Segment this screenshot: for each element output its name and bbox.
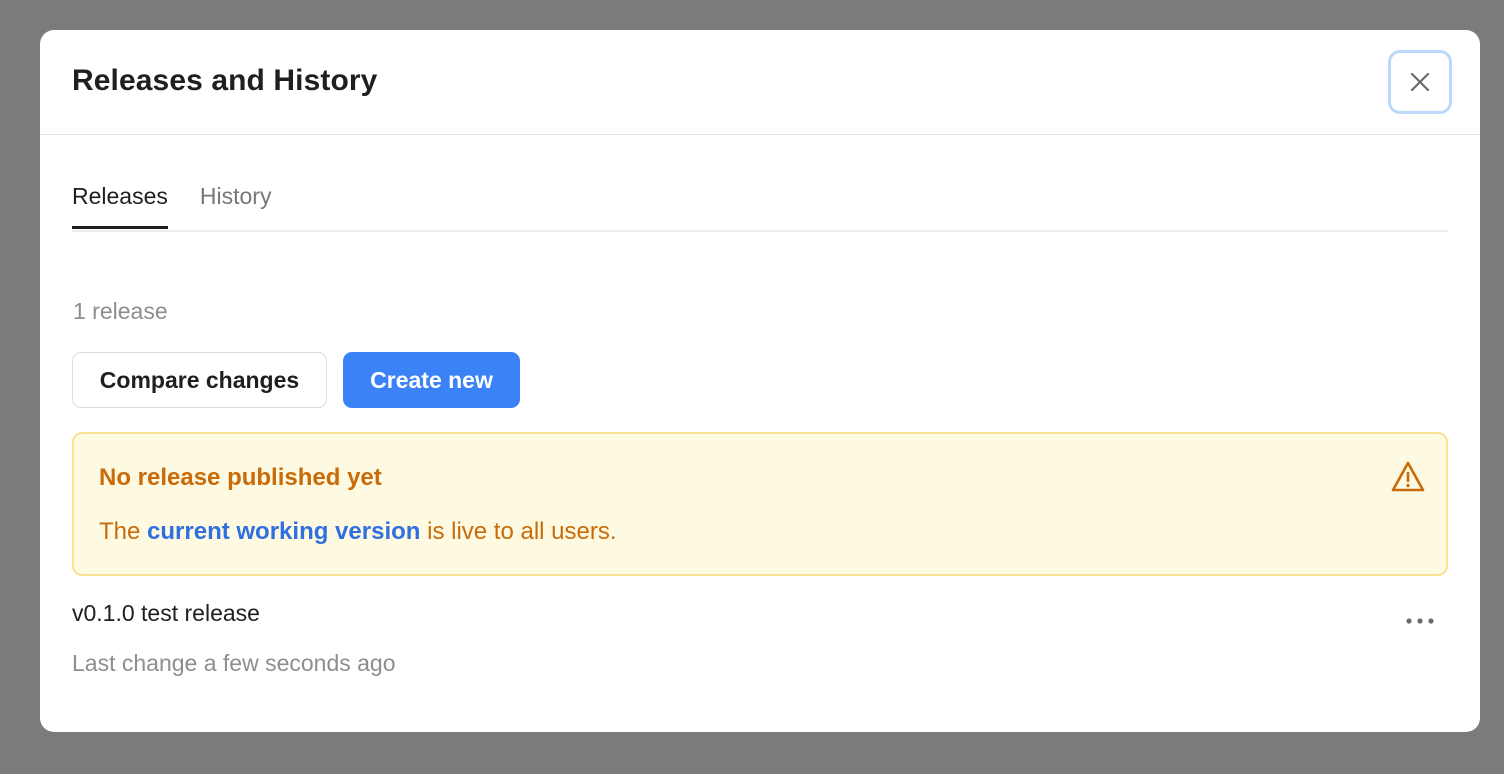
close-icon: [1410, 72, 1430, 92]
more-horizontal-icon: [1406, 618, 1434, 624]
release-last-change: Last change a few seconds ago: [72, 650, 396, 676]
action-buttons: Compare changes Create new: [72, 352, 536, 408]
release-count: 1 release: [73, 298, 168, 324]
tab-bar: Releases History: [72, 180, 1448, 232]
tab-releases[interactable]: Releases: [72, 180, 168, 229]
create-new-button[interactable]: Create new: [343, 352, 520, 408]
release-name: v0.1.0 test release: [72, 600, 260, 626]
tab-history[interactable]: History: [200, 180, 272, 227]
warning-body: The current working version is live to a…: [99, 518, 617, 546]
warning-body-prefix: The: [99, 518, 148, 545]
warning-triangle-icon: [1391, 461, 1425, 492]
release-more-button[interactable]: [1400, 606, 1440, 636]
dialog-title: Releases and History: [72, 64, 378, 97]
compare-changes-button[interactable]: Compare changes: [72, 352, 327, 408]
releases-dialog: Releases and History Releases History 1 …: [40, 30, 1480, 732]
no-release-warning: No release published yet The current wor…: [72, 432, 1448, 576]
release-list-item[interactable]: v0.1.0 test release Last change a few se…: [72, 600, 1448, 690]
dialog-header: Releases and History: [40, 30, 1480, 135]
current-working-version-link[interactable]: current working version: [147, 518, 420, 545]
warning-body-suffix: is live to all users.: [420, 518, 617, 545]
warning-title: No release published yet: [99, 464, 382, 491]
close-button[interactable]: [1388, 50, 1452, 114]
